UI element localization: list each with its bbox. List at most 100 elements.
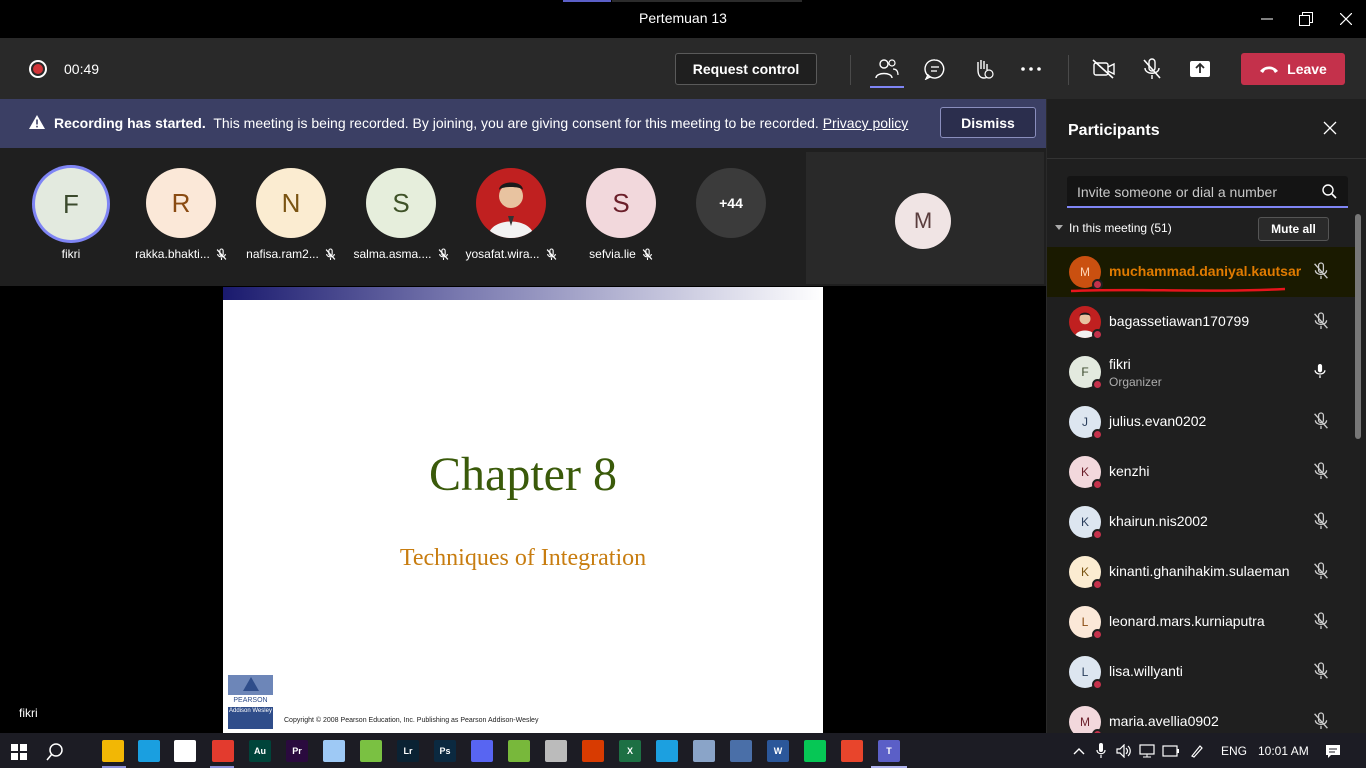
participant-avatar: K <box>1069 456 1103 490</box>
avatar: R <box>146 168 216 238</box>
participant-tile[interactable]: S salma.asma.... <box>346 168 456 261</box>
app-icon[interactable] <box>545 740 567 762</box>
close-icon <box>1340 13 1352 25</box>
reactions-button[interactable] <box>966 52 1000 86</box>
audition-icon[interactable]: Au <box>249 740 271 762</box>
start-button[interactable] <box>8 741 30 763</box>
store-icon[interactable] <box>174 740 196 762</box>
teams-icon[interactable]: T <box>878 740 900 762</box>
active-tab-indicator <box>870 86 904 88</box>
participant-tile[interactable]: S sefvia.lie <box>566 168 676 261</box>
pen-tray-icon[interactable] <box>1186 740 1208 762</box>
mic-off-icon <box>642 247 653 260</box>
participant-avatar: L <box>1069 606 1103 640</box>
language-indicator[interactable]: ENG <box>1221 744 1247 758</box>
privacy-policy-link[interactable]: Privacy policy <box>823 115 909 131</box>
network-tray-icon[interactable] <box>1136 740 1158 762</box>
in-meeting-header[interactable]: In this meeting (51) <box>1055 221 1172 235</box>
participants-button[interactable] <box>870 52 904 86</box>
photoshop-icon[interactable]: Ps <box>434 740 456 762</box>
notifications-button[interactable] <box>1322 740 1344 762</box>
participant-row[interactable]: Llisa.willyanti <box>1047 647 1357 697</box>
volume-tray-icon[interactable] <box>1113 740 1135 762</box>
mic-off-icon <box>1143 58 1161 79</box>
app-icon[interactable] <box>730 740 752 762</box>
clock[interactable]: 10:01 AM <box>1258 744 1309 758</box>
network-icon <box>1139 744 1155 758</box>
panel-scrollbar[interactable] <box>1355 214 1361 439</box>
participant-row[interactable]: Kkinanti.ghanihakim.sulaeman <box>1047 547 1357 597</box>
mic-off-icon <box>1314 512 1328 529</box>
app-icon[interactable] <box>582 740 604 762</box>
close-panel-button[interactable] <box>1323 121 1339 137</box>
search-button[interactable] <box>44 741 66 763</box>
excel-icon[interactable]: X <box>619 740 641 762</box>
dismiss-button[interactable]: Dismiss <box>940 107 1036 138</box>
edge-icon[interactable] <box>138 740 160 762</box>
play-icon[interactable] <box>360 740 382 762</box>
participant-row[interactable]: Lleonard.mars.kurniaputra <box>1047 597 1357 647</box>
word-icon[interactable]: W <box>767 740 789 762</box>
shared-screen: Chapter 8 Techniques of Integration PEAR… <box>6 287 1041 733</box>
participant-row[interactable]: Jjulius.evan0202 <box>1047 397 1357 447</box>
premiere-icon[interactable]: Pr <box>286 740 308 762</box>
chrome-icon[interactable] <box>212 740 234 762</box>
app-label: X <box>626 746 633 756</box>
show-hidden-icons[interactable] <box>1068 740 1090 762</box>
meeting-timer: 00:49 <box>64 61 100 77</box>
discord-icon[interactable] <box>471 740 493 762</box>
divider <box>1047 158 1366 159</box>
camera-toggle-button[interactable] <box>1087 52 1121 86</box>
app-icon[interactable] <box>693 740 715 762</box>
status-badge <box>1092 679 1103 690</box>
battery-tray-icon[interactable] <box>1160 740 1182 762</box>
participant-row[interactable]: Kkenzhi <box>1047 447 1357 497</box>
chat-button[interactable] <box>918 52 952 86</box>
participant-name: rakka.bhakti... <box>135 247 210 261</box>
maximize-button[interactable] <box>1286 0 1326 38</box>
request-control-button[interactable]: Request control <box>675 53 817 85</box>
participant-tile[interactable]: F fikri <box>16 168 126 261</box>
utorrent-icon[interactable] <box>508 740 530 762</box>
participant-name: leonard.mars.kurniaputra <box>1109 613 1265 629</box>
notification-icon <box>1326 745 1340 758</box>
more-participants-button[interactable]: +44 <box>696 168 766 238</box>
more-actions-button[interactable] <box>1014 52 1048 86</box>
minimize-button[interactable] <box>1247 0 1287 38</box>
participant-row[interactable]: Ffikri Organizer <box>1047 347 1357 397</box>
battery-icon <box>1162 745 1179 757</box>
mic-tray-icon[interactable] <box>1090 740 1112 762</box>
participant-name: bagassetiawan170799 <box>1109 313 1250 329</box>
notepad-icon[interactable] <box>323 740 345 762</box>
file-explorer-icon[interactable] <box>102 740 124 762</box>
red-annotation-underline <box>1070 287 1286 293</box>
app-icon[interactable] <box>841 740 863 762</box>
camera-off-icon <box>1092 59 1115 79</box>
participant-tile[interactable]: R rakka.bhakti... <box>126 168 236 261</box>
participant-mic-status <box>1313 312 1329 335</box>
presenter-name: fikri <box>19 706 38 720</box>
participant-name: kinanti.ghanihakim.sulaeman <box>1109 563 1290 579</box>
participant-tile[interactable]: N nafisa.ram2... <box>236 168 346 261</box>
leave-button[interactable]: Leave <box>1241 53 1345 85</box>
participant-name: salma.asma.... <box>353 247 432 261</box>
mic-toggle-button[interactable] <box>1135 52 1169 86</box>
participant-tile[interactable]: yosafat.wira... <box>456 168 566 261</box>
invite-input[interactable] <box>1077 182 1317 202</box>
pen-icon <box>1191 745 1203 758</box>
recording-icon <box>29 60 47 78</box>
share-button[interactable] <box>1183 52 1217 86</box>
chevron-down-icon <box>1055 225 1063 230</box>
participant-row[interactable]: bagassetiawan170799 <box>1047 297 1357 347</box>
close-window-button[interactable] <box>1326 0 1366 38</box>
participant-mic-status <box>1313 612 1329 635</box>
ie-icon[interactable] <box>656 740 678 762</box>
line-icon[interactable] <box>804 740 826 762</box>
mute-all-button[interactable]: Mute all <box>1258 217 1329 241</box>
slide-copyright: Copyright © 2008 Pearson Education, Inc.… <box>284 717 539 724</box>
pearson-logo: PEARSON Addison Wesley <box>228 675 273 729</box>
participant-mic-status <box>1313 362 1327 385</box>
participant-mic-status <box>1313 712 1329 735</box>
participant-row[interactable]: Kkhairun.nis2002 <box>1047 497 1357 547</box>
lightroom-icon[interactable]: Lr <box>397 740 419 762</box>
